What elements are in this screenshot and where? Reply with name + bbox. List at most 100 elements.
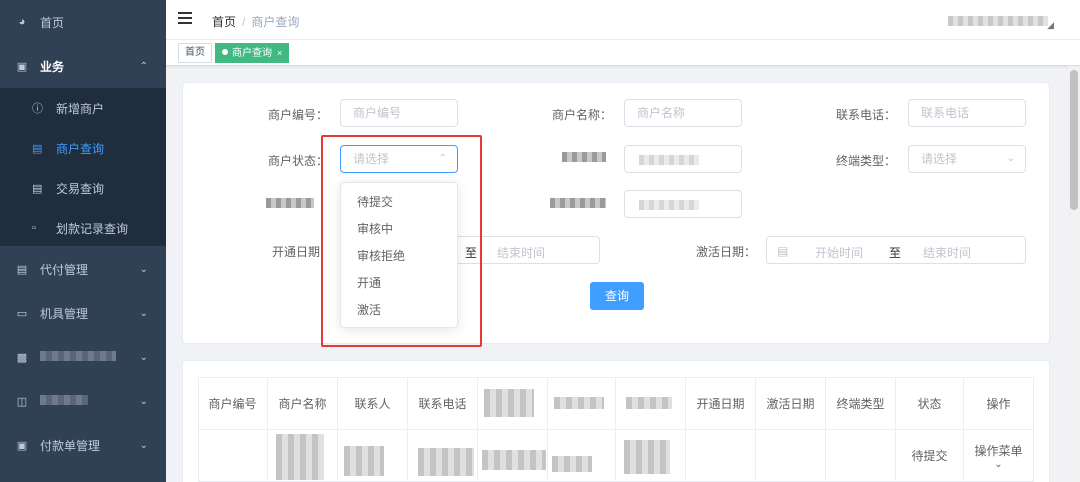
merchant-name-label: 商户名称：	[552, 108, 613, 122]
column-header: 开通日期	[686, 377, 756, 430]
wallet-icon: ▣	[16, 439, 28, 452]
range-separator: 至	[465, 246, 478, 260]
status-cell: 待提交	[896, 430, 964, 482]
folder-icon: ▩	[16, 351, 28, 364]
sidebar-item-device-management[interactable]: ▭ 机具管理 ⌄	[0, 291, 166, 335]
range-separator: 至	[889, 246, 902, 260]
sidebar-item-label: 交易查询	[56, 181, 105, 196]
sidebar-item-label: 付款单管理	[40, 438, 101, 453]
column-header-redacted	[478, 377, 548, 430]
status-select[interactable]: 请选择 ⌃	[340, 145, 458, 173]
search-button[interactable]: 查询	[590, 282, 644, 310]
merchant-no-label: 商户编号：	[268, 108, 329, 122]
sidebar-item-label: 业务	[40, 59, 65, 74]
sidebar-item-payment-order[interactable]: ▣ 付款单管理 ⌄	[0, 423, 166, 467]
action-menu-button[interactable]: 操作菜单	[974, 442, 1022, 459]
chevron-down-icon: ⌄	[994, 458, 1003, 470]
sidebar-item-label: 代付管理	[40, 262, 89, 277]
vertical-scrollbar[interactable]	[1068, 66, 1080, 482]
chevron-up-icon: ⌃	[139, 60, 148, 72]
sidebar-item-redacted-1[interactable]: ▩ ⌄	[0, 335, 166, 379]
chevron-down-icon: ⌄	[1006, 153, 1015, 164]
action-cell[interactable]: 操作菜单 ⌄	[964, 430, 1034, 482]
tag-label: 商户查询	[232, 48, 272, 59]
column-header-redacted	[548, 377, 616, 430]
table-cell	[686, 430, 756, 482]
sidebar-item-add-merchant[interactable]: ⓘ 新增商户	[0, 88, 166, 128]
end-time-input[interactable]: 结束时间	[497, 244, 545, 261]
database-icon: ◫	[16, 395, 28, 408]
tag-label: 首页	[185, 47, 205, 58]
status-option[interactable]: 审核中	[341, 216, 457, 243]
sidebar-item-home[interactable]: ◕ 首页	[0, 0, 166, 44]
column-header: 终端类型	[826, 377, 896, 430]
activate-date-range[interactable]: ▤ 开始时间 至 结束时间	[766, 236, 1026, 264]
table-cell-redacted	[268, 430, 338, 482]
table-cell	[198, 430, 268, 482]
table-cell	[756, 430, 826, 482]
column-header-redacted	[616, 377, 686, 430]
card-icon: ▤	[16, 263, 28, 276]
start-time-input[interactable]: 开始时间	[815, 244, 863, 261]
sidebar-item-redacted-2[interactable]: ◫ ⌄	[0, 379, 166, 423]
redacted-label	[562, 152, 606, 162]
open-date-range[interactable]: 至 结束时间	[440, 236, 600, 264]
sidebar-item-label: 划款记录查询	[56, 221, 129, 236]
close-icon[interactable]: ×	[277, 48, 282, 58]
column-header: 商户名称	[268, 377, 338, 430]
tag-home[interactable]: 首页	[178, 43, 212, 63]
dashboard-icon: ◕	[18, 16, 26, 28]
breadcrumb-home[interactable]: 首页	[212, 15, 236, 29]
device-icon: ▭	[16, 307, 28, 320]
sidebar-item-label: 首页	[40, 15, 65, 30]
chevron-down-icon: ⌄	[139, 307, 148, 319]
status-option[interactable]: 审核拒绝	[341, 243, 457, 270]
redacted-label	[40, 350, 116, 364]
merchant-name-input[interactable]: 商户名称	[624, 99, 742, 127]
column-header: 联系人	[338, 377, 408, 430]
phone-input[interactable]: 联系电话	[908, 99, 1026, 127]
redacted-label	[550, 198, 606, 208]
status-option[interactable]: 开通	[341, 270, 457, 297]
user-menu-redacted[interactable]	[948, 16, 1048, 26]
breadcrumb-current: 商户查询	[251, 15, 300, 29]
status-option[interactable]: 激活	[341, 297, 457, 324]
chevron-down-icon: ⌄	[139, 395, 148, 407]
redacted-input[interactable]	[624, 145, 742, 173]
column-header: 激活日期	[756, 377, 826, 430]
phone-label: 联系电话：	[836, 108, 897, 122]
tags-view: 首页 商户查询 ×	[166, 40, 1080, 66]
chevron-down-icon: ⌄	[139, 263, 148, 275]
status-option[interactable]: 待提交	[341, 189, 457, 216]
table-cell-redacted	[338, 430, 408, 482]
redacted-label	[266, 198, 314, 208]
terminal-type-placeholder: 请选择	[921, 152, 958, 166]
info-icon: ⓘ	[32, 103, 43, 115]
sidebar-item-payment-management[interactable]: ▤ 代付管理 ⌄	[0, 247, 166, 291]
breadcrumb: 首页 / 商户查询	[212, 13, 299, 30]
sidebar-submenu-business: ⓘ 新增商户 ▤ 商户查询 ▤ 交易查询 ▫ 划款记录查询	[0, 88, 166, 246]
status-dropdown: 待提交 审核中 审核拒绝 开通 激活	[340, 182, 458, 328]
chevron-down-icon: ⌄	[139, 351, 148, 363]
sidebar-item-transfer-records[interactable]: ▫ 划款记录查询	[0, 208, 166, 248]
active-dot-icon	[222, 49, 228, 55]
column-header: 操作	[964, 377, 1034, 430]
tag-merchant-query[interactable]: 商户查询 ×	[215, 43, 290, 63]
redacted-label	[40, 394, 88, 408]
sidebar-item-transaction-query[interactable]: ▤ 交易查询	[0, 168, 166, 208]
sidebar-item-business[interactable]: ▣ 业务 ⌃	[0, 44, 166, 88]
merchant-no-input[interactable]: 商户编号	[340, 99, 458, 127]
end-time-input[interactable]: 结束时间	[923, 244, 971, 261]
sidebar-item-merchant-query[interactable]: ▤ 商户查询	[0, 128, 166, 168]
sidebar-item-label: 新增商户	[56, 101, 105, 116]
chevron-down-icon: ⌄	[139, 439, 148, 451]
clipboard-icon: ▫	[32, 222, 36, 234]
table-cell-redacted	[548, 430, 616, 482]
scrollbar-thumb[interactable]	[1070, 70, 1078, 210]
caret-down-icon[interactable]: ◢	[1047, 20, 1054, 31]
hamburger-icon[interactable]	[178, 12, 192, 26]
table-cell-redacted	[616, 430, 686, 482]
top-navbar: 首页 / 商户查询 ◢	[166, 0, 1080, 40]
redacted-input[interactable]	[624, 190, 742, 218]
terminal-type-select[interactable]: 请选择 ⌄	[908, 145, 1026, 173]
